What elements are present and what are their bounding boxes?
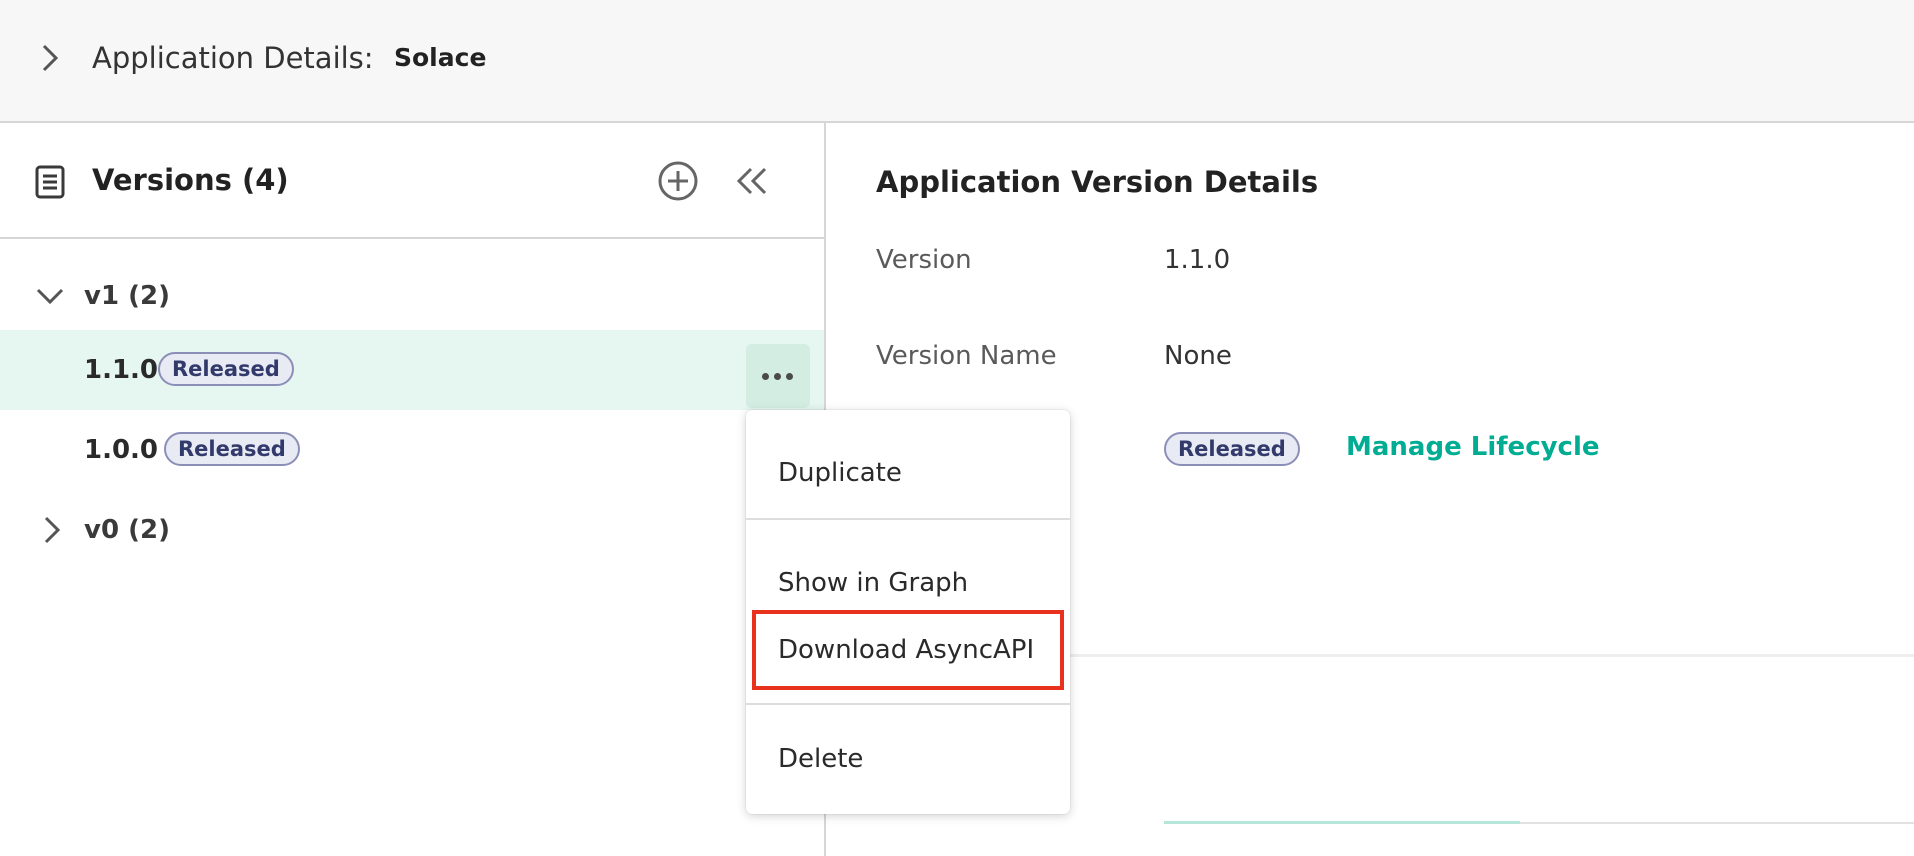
state-badge: Released — [1164, 432, 1300, 466]
menu-divider — [746, 703, 1070, 705]
version-name-value: None — [1164, 341, 1232, 371]
section-divider — [1063, 654, 1914, 657]
version-name-label: Version Name — [876, 341, 1057, 371]
version-number: 1.0.0 — [84, 435, 159, 465]
plus-circle-icon[interactable] — [656, 159, 700, 203]
status-badge: Released — [164, 432, 300, 466]
menu-item-delete[interactable]: Delete — [746, 725, 1070, 793]
list-document-icon — [35, 165, 65, 199]
versions-title: Versions (4) — [92, 163, 289, 197]
application-name: Solace — [394, 43, 487, 72]
version-row-1-1-0[interactable]: 1.1.0 Released — [0, 330, 824, 410]
version-context-menu: Duplicate Show in Graph Download AsyncAP… — [746, 410, 1070, 814]
double-chevron-left-icon[interactable] — [733, 161, 773, 201]
page-title: Application Details: — [92, 41, 374, 75]
app-header: Application Details: Solace — [0, 0, 1914, 123]
menu-item-duplicate[interactable]: Duplicate — [746, 439, 1070, 507]
chevron-right-icon — [44, 516, 61, 544]
version-row-1-0-0[interactable]: 1.0.0 Released — [0, 410, 824, 490]
menu-item-show-in-graph[interactable]: Show in Graph — [746, 549, 1070, 617]
version-value: 1.1.0 — [1164, 245, 1231, 275]
status-badge: Released — [158, 352, 294, 386]
version-group-label: v1 (2) — [84, 281, 170, 311]
tab-active-indicator — [1164, 821, 1520, 824]
menu-item-download-asyncapi[interactable]: Download AsyncAPI — [746, 616, 1070, 684]
versions-panel: Versions (4) v1 (2) 1.1.0 Released 1.0.0… — [0, 123, 826, 856]
version-group-v1[interactable]: v1 (2) — [0, 266, 824, 326]
version-group-v0[interactable]: v0 (2) — [0, 500, 824, 560]
version-group-label: v0 (2) — [84, 515, 170, 545]
version-label: Version — [876, 245, 972, 275]
chevron-down-icon — [36, 288, 64, 305]
version-number: 1.1.0 — [84, 355, 159, 385]
manage-lifecycle-link[interactable]: Manage Lifecycle — [1346, 427, 1600, 467]
menu-divider — [746, 518, 1070, 520]
versions-panel-header: Versions (4) — [0, 123, 826, 239]
details-title: Application Version Details — [876, 165, 1319, 199]
chevron-right-icon[interactable] — [38, 42, 62, 74]
more-options-button[interactable] — [746, 344, 810, 408]
